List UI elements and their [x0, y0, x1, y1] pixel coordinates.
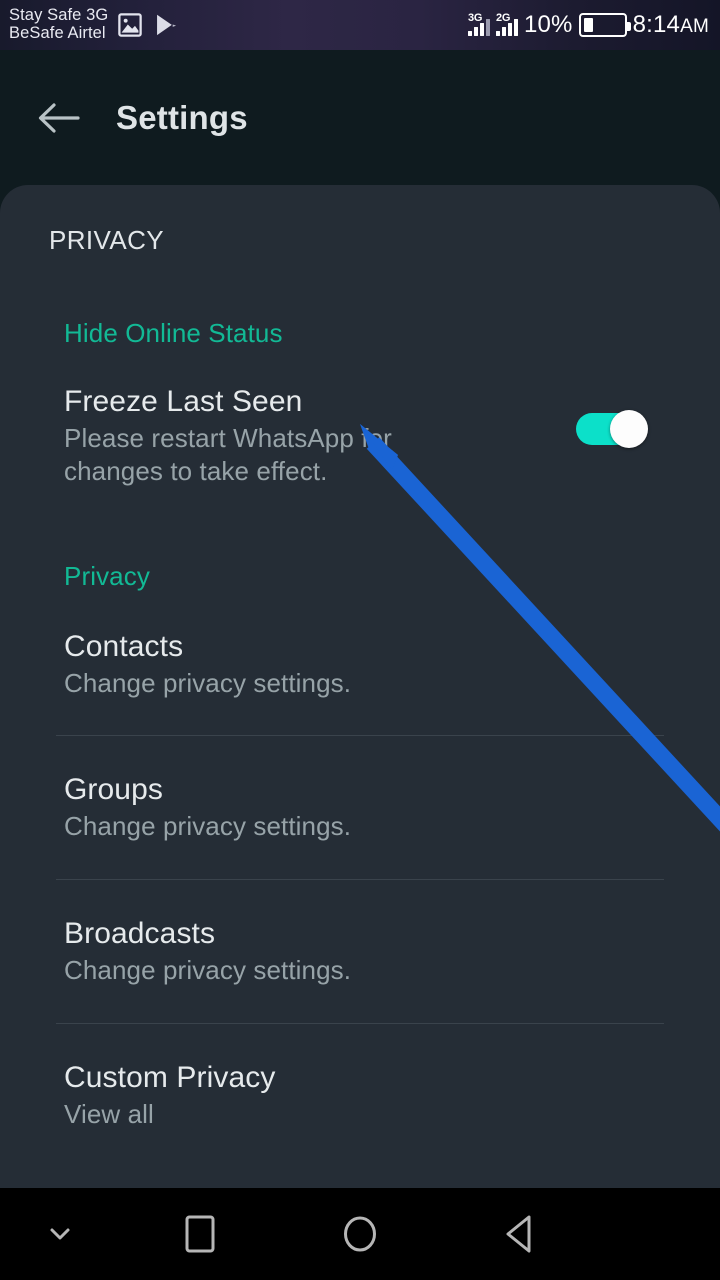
row-freeze-last-seen-text: Freeze Last Seen Please restart WhatsApp… — [64, 385, 576, 489]
row-divider — [56, 1023, 664, 1025]
clock-time: 8:14 — [632, 11, 681, 38]
battery-percent-label: 10% — [523, 11, 573, 38]
phone-screen: Stay Safe 3G BeSafe Airtel 3G 2G 10% 8:1… — [0, 0, 720, 1280]
settings-content-panel: PRIVACY Hide Online Status Freeze Last S… — [0, 185, 720, 1188]
row-subtitle: Change privacy settings. — [64, 955, 352, 986]
section-header-hide-online-status: Hide Online Status — [64, 318, 283, 348]
row-freeze-last-seen[interactable]: Freeze Last Seen Please restart WhatsApp… — [0, 385, 720, 489]
signal-sim1-icon: 3G — [467, 12, 490, 36]
arrow-left-icon[interactable] — [24, 101, 92, 135]
page-title: Settings — [116, 98, 248, 136]
clock-ampm: AM — [680, 16, 709, 37]
triangle-left-icon[interactable] — [440, 1188, 600, 1280]
row-subtitle: Change privacy settings. — [64, 810, 352, 841]
row-divider — [56, 734, 664, 736]
square-icon[interactable] — [120, 1188, 280, 1280]
battery-icon — [578, 13, 631, 37]
sim2-network-label: 2G — [495, 12, 511, 24]
row-divider — [56, 879, 664, 881]
row-title: Contacts — [64, 629, 184, 663]
carrier-labels: Stay Safe 3G BeSafe Airtel — [9, 6, 109, 43]
privacy-caption: PRIVACY — [49, 225, 165, 255]
play-store-icon — [152, 12, 179, 39]
row-title: Groups — [64, 772, 163, 806]
app-toolbar: Settings — [0, 50, 720, 185]
image-icon — [117, 12, 143, 38]
navigation-bar — [0, 1188, 720, 1280]
freeze-last-seen-toggle[interactable] — [576, 410, 648, 448]
row-title: Custom Privacy — [64, 1061, 276, 1095]
toggle-knob — [610, 410, 648, 448]
row-title: Broadcasts — [64, 917, 216, 951]
row-broadcasts[interactable]: Broadcasts Change privacy settings. — [0, 917, 720, 987]
row-groups[interactable]: Groups Change privacy settings. — [0, 773, 720, 843]
signal-sim2-icon: 2G — [495, 12, 518, 36]
row-subtitle: View all — [64, 1099, 154, 1130]
row-title: Freeze Last Seen — [64, 385, 303, 418]
chevron-down-icon[interactable] — [0, 1188, 120, 1280]
clock: 8:14AM — [633, 11, 709, 39]
status-bar-right: 3G 2G 10% 8:14AM — [467, 11, 720, 39]
section-header-privacy: Privacy — [64, 560, 150, 591]
carrier-line-1: Stay Safe 3G — [9, 6, 109, 25]
carrier-line-2: BeSafe Airtel — [9, 24, 106, 42]
circle-icon[interactable] — [280, 1188, 440, 1280]
row-custom-privacy[interactable]: Custom Privacy View all — [0, 1061, 720, 1131]
status-bar-left: Stay Safe 3G BeSafe Airtel — [0, 6, 468, 43]
row-contacts[interactable]: Contacts Change privacy settings. — [0, 630, 720, 700]
row-subtitle: Change privacy settings. — [64, 667, 352, 698]
status-bar: Stay Safe 3G BeSafe Airtel 3G 2G 10% 8:1… — [0, 0, 720, 50]
sim1-network-label: 3G — [467, 12, 483, 24]
row-subtitle: Please restart WhatsApp for changes to t… — [64, 423, 392, 487]
